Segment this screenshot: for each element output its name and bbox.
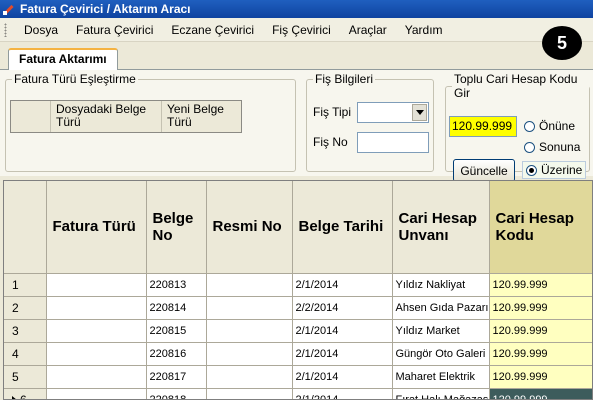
current-row-arrow-icon [12,395,17,399]
table-row[interactable]: 5 220817 2/1/2014 Maharet Elektrik 120.9… [4,365,592,389]
col-header-cari-hesap-unvani[interactable]: Cari Hesap Unvanı [392,181,490,274]
menu-fis-cevirici[interactable]: Fiş Çevirici [263,18,340,42]
toplu-cari-group: Toplu Cari Hesap Kodu Gir 120.99.999 Önü… [445,72,590,182]
cell-fatura-turu[interactable] [46,273,147,297]
row-number[interactable]: 5 [4,365,47,389]
table-row[interactable]: 1 220813 2/1/2014 Yıldız Nakliyat 120.99… [4,273,592,297]
cell-belge-no[interactable]: 220814 [146,296,207,320]
menu-yardim[interactable]: Yardım [396,18,452,42]
app-pencil-icon [3,3,15,15]
cell-cari-kodu[interactable]: 120.99.999 [489,273,592,297]
row-number-label: 6 [20,392,27,400]
settings-panel: Fatura Türü Eşleştirme Dosyadaki Belge T… [0,70,593,182]
col-header-fatura-turu[interactable]: Fatura Türü [46,181,147,274]
menu-dosya[interactable]: Dosya [15,18,67,42]
cell-cari-unvan[interactable]: Fırat Halı Mağazası [392,388,490,399]
row-number[interactable]: 4 [4,342,47,366]
radio-uzerine-label: Üzerine [541,163,583,177]
col-header-belge-tarihi[interactable]: Belge Tarihi [292,181,393,274]
cell-belge-no[interactable]: 220817 [146,365,207,389]
cell-resmi-no[interactable] [206,273,293,297]
cell-cari-unvan[interactable]: Yıldız Nakliyat [392,273,490,297]
cell-belge-no[interactable]: 220815 [146,319,207,343]
radio-uzerine-dot[interactable] [526,164,537,176]
table-row-selected[interactable]: 6 220818 2/1/2014 Fırat Halı Mağazası 12… [4,388,592,400]
cell-belge-tarihi[interactable]: 2/1/2014 [292,342,393,366]
grid-corner-cell[interactable] [4,181,47,274]
cell-fatura-turu[interactable] [46,342,147,366]
fatura-turu-group: Fatura Türü Eşleştirme Dosyadaki Belge T… [5,72,296,172]
cell-cari-unvan[interactable]: Güngör Oto Galeri [392,342,490,366]
row-number[interactable]: 1 [4,273,47,297]
table-row[interactable]: 4 220816 2/1/2014 Güngör Oto Galeri 120.… [4,342,592,366]
cell-belge-tarihi[interactable]: 2/1/2014 [292,273,393,297]
radio-sonuna-label: Sonuna [539,140,581,154]
fis-tipi-label: Fiş Tipi [313,105,352,119]
mini-grid-rowheader [11,101,51,132]
radio-uzerine[interactable]: Üzerine [522,161,587,179]
title-bar: Fatura Çevirici / Aktarım Aracı [0,0,593,18]
col-header-cari-hesap-kodu[interactable]: Cari Hesap Kodu [489,181,592,274]
tab-fatura-aktarimi[interactable]: Fatura Aktarımı [8,48,118,71]
col-header-belge-no[interactable]: Belge No [146,181,207,274]
cell-belge-no[interactable]: 220818 [146,388,207,399]
radio-sonuna-dot[interactable] [524,141,535,153]
cell-belge-tarihi[interactable]: 2/1/2014 [292,388,393,399]
chevron-down-icon[interactable] [412,104,427,121]
cell-resmi-no[interactable] [206,365,293,389]
grid-header-row: Fatura Türü Belge No Resmi No Belge Tari… [4,181,592,274]
table-row[interactable]: 3 220815 2/1/2014 Yıldız Market 120.99.9… [4,319,592,343]
row-number[interactable]: 2 [4,296,47,320]
row-number[interactable]: 3 [4,319,47,343]
cell-fatura-turu[interactable] [46,388,147,399]
cell-resmi-no[interactable] [206,319,293,343]
fis-no-input[interactable] [357,132,429,153]
cell-cari-unvan[interactable]: Maharet Elektrik [392,365,490,389]
cell-cari-unvan[interactable]: Ahsen Gıda Pazarı [392,296,490,320]
cell-cari-kodu[interactable]: 120.99.999 [489,319,592,343]
cell-cari-kodu[interactable]: 120.99.999 [489,388,592,399]
radio-onune-dot[interactable] [524,120,535,132]
cell-belge-tarihi[interactable]: 2/1/2014 [292,319,393,343]
table-row[interactable]: 2 220814 2/2/2014 Ahsen Gıda Pazarı 120.… [4,296,592,320]
cell-resmi-no[interactable] [206,388,293,399]
fis-no-label: Fiş No [313,135,348,149]
cell-cari-kodu[interactable]: 120.99.999 [489,342,592,366]
fatura-turu-legend: Fatura Türü Eşleştirme [14,72,136,86]
fis-tipi-select[interactable] [357,102,429,123]
mini-grid-col-dosyadaki: Dosyadaki Belge Türü [51,101,162,132]
window-title: Fatura Çevirici / Aktarım Aracı [20,2,191,16]
cell-fatura-turu[interactable] [46,365,147,389]
cell-resmi-no[interactable] [206,342,293,366]
cari-hesap-kodu-input[interactable]: 120.99.999 [449,116,517,137]
radio-onune-label: Önüne [539,119,576,133]
menu-eczane-cevirici[interactable]: Eczane Çevirici [162,18,263,42]
cell-cari-kodu[interactable]: 120.99.999 [489,296,592,320]
cell-belge-no[interactable]: 220816 [146,342,207,366]
fatura-data-grid[interactable]: Fatura Türü Belge No Resmi No Belge Tari… [3,180,593,400]
cell-cari-kodu[interactable]: 120.99.999 [489,365,592,389]
cell-cari-unvan[interactable]: Yıldız Market [392,319,490,343]
cell-fatura-turu[interactable] [46,296,147,320]
menu-araclar[interactable]: Araçlar [340,18,396,42]
cell-belge-no[interactable]: 220813 [146,273,207,297]
fis-bilgileri-legend: Fiş Bilgileri [315,72,374,86]
menu-fatura-cevirici[interactable]: Fatura Çevirici [67,18,162,42]
menu-grip-icon[interactable] [4,22,7,37]
cell-resmi-no[interactable] [206,296,293,320]
fatura-turu-grid[interactable]: Dosyadaki Belge Türü Yeni Belge Türü [10,100,242,133]
row-number[interactable]: 6 [4,388,47,400]
cell-fatura-turu[interactable] [46,319,147,343]
menu-bar: Dosya Fatura Çevirici Eczane Çevirici Fi… [0,18,593,42]
cell-belge-tarihi[interactable]: 2/1/2014 [292,365,393,389]
tab-strip: Fatura Aktarımı [0,46,593,71]
mini-grid-col-yeni: Yeni Belge Türü [162,101,241,132]
cell-belge-tarihi[interactable]: 2/2/2014 [292,296,393,320]
fis-bilgileri-group: Fiş Bilgileri Fiş Tipi Fiş No [306,72,434,172]
guncelle-button[interactable]: Güncelle [453,159,515,182]
radio-onune[interactable]: Önüne [524,119,575,133]
toplu-cari-legend: Toplu Cari Hesap Kodu Gir [454,72,578,100]
col-header-resmi-no[interactable]: Resmi No [206,181,293,274]
radio-sonuna[interactable]: Sonuna [524,140,580,154]
